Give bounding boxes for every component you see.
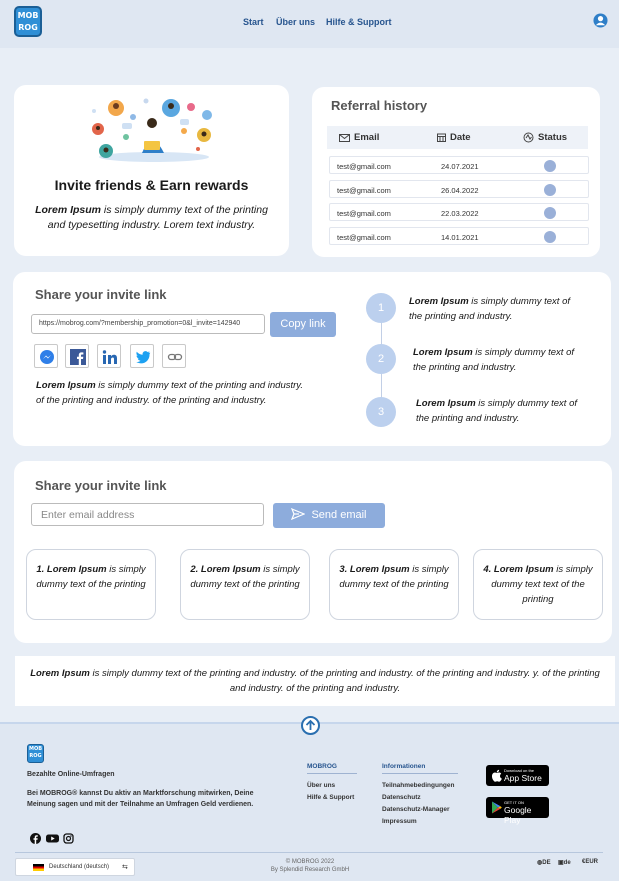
- referral-history-card: Referral history Email Date Status test@…: [312, 87, 600, 257]
- footer-logo[interactable]: MOB ROG: [27, 744, 44, 763]
- footer-link-imprint[interactable]: Impressum: [382, 818, 417, 825]
- link-icon: [167, 353, 183, 361]
- status-dot: [544, 160, 556, 172]
- footer-description: Bei MOBROG® kannst Du aktiv an Marktfors…: [27, 790, 254, 808]
- invite-description: Lorem Ipsum is simply dummy text of the …: [35, 204, 268, 231]
- share-title: Share your invite link: [35, 287, 167, 302]
- info-box-3: 3. Lorem Ipsum is simply dummy text of t…: [329, 549, 459, 620]
- status-icon: [523, 132, 534, 143]
- step-text: Lorem Ipsum is simply dummy text of the …: [413, 347, 575, 373]
- messenger-icon: [40, 350, 54, 364]
- invite-title: Invite friends & Earn rewards: [54, 177, 249, 193]
- column-status: Status: [523, 132, 567, 143]
- calendar-icon: [437, 133, 446, 142]
- youtube-icon[interactable]: [46, 833, 59, 844]
- send-email-button[interactable]: Send email: [273, 503, 385, 528]
- info-box-4: 4. Lorem Ipsum is simply dummy text text…: [473, 549, 603, 620]
- footer-link-privacy[interactable]: Datenschutz: [382, 794, 421, 801]
- email-invite-card: Share your invite link Enter email addre…: [14, 461, 612, 643]
- people-network-illustration: [92, 98, 212, 162]
- step-number: 2: [366, 344, 396, 374]
- referral-title: Referral history: [331, 98, 428, 113]
- user-circle-icon[interactable]: [593, 13, 608, 28]
- scroll-to-top-button[interactable]: [301, 716, 320, 735]
- copyright: © MOBROG 2022 By Splendid Research GmbH: [270, 859, 350, 873]
- footer-link-help[interactable]: Hilfe & Support: [307, 794, 354, 801]
- send-icon: [291, 507, 307, 521]
- nav-start[interactable]: Start: [243, 17, 264, 27]
- linkedin-icon: [102, 350, 117, 364]
- mail-icon: [339, 133, 350, 142]
- share-description: Lorem Ipsum is simply dummy text of the …: [36, 380, 303, 406]
- german-flag-icon: [33, 864, 44, 871]
- google-play-icon: [492, 801, 502, 814]
- arrow-up-icon: [305, 719, 316, 730]
- facebook-icon: [70, 349, 86, 365]
- status-dot: [544, 207, 556, 219]
- email-field[interactable]: Enter email address: [31, 503, 264, 526]
- invite-link-field[interactable]: https://mobrog.com/?membership_promotion…: [31, 314, 265, 334]
- copy-link-button[interactable]: Copy link: [270, 312, 336, 337]
- footer-link-privacy-manager[interactable]: Datenschutz-Manager: [382, 806, 450, 813]
- footer-col-mobrog-title: MOBROG: [307, 763, 357, 774]
- step-text: Lorem Ipsum is simply dummy text of the …: [416, 398, 578, 424]
- facebook-share-button[interactable]: [65, 344, 89, 368]
- copy-link-share-button[interactable]: [162, 344, 186, 368]
- language-indicator[interactable]: ▣de: [558, 859, 571, 866]
- step-text: Lorem Ipsum is simply dummy text of the …: [409, 296, 571, 322]
- instagram-icon[interactable]: [63, 833, 74, 844]
- twitter-share-button[interactable]: [130, 344, 154, 368]
- share-link-card: Share your invite link https://mobrog.co…: [13, 272, 611, 446]
- status-dot: [544, 231, 556, 243]
- footer-link-terms[interactable]: Teilnahmebedingungen: [382, 782, 454, 789]
- nav-help[interactable]: Hilfe & Support: [326, 17, 392, 27]
- language-selector[interactable]: Deutschland (deutsch) ⇆: [15, 858, 135, 876]
- referral-row: test@gmail.com 14.01.2021: [329, 227, 589, 245]
- email-section-title: Share your invite link: [35, 478, 167, 493]
- info-box-2: 2. Lorem Ipsum is simply dummy text of t…: [180, 549, 310, 620]
- footer: MOB ROG Bezahlte Online-Umfragen Bei MOBR…: [0, 724, 619, 881]
- footer-separator: [15, 852, 603, 853]
- footer-subtitle: Bezahlte Online-Umfragen: [27, 771, 115, 778]
- referral-row: test@gmail.com 22.03.2022: [329, 203, 589, 221]
- referral-row: test@gmail.com 24.07.2021: [329, 156, 589, 174]
- info-strip: Lorem Ipsum is simply dummy text of the …: [15, 656, 615, 706]
- google-play-badge[interactable]: GET IT ON Google Play: [486, 797, 549, 825]
- language-switch-icon: ⇆: [122, 864, 128, 871]
- app-store-badge[interactable]: Download on the App Store: [486, 765, 549, 786]
- referral-table-header: Email Date Status: [327, 126, 588, 149]
- referral-row: test@gmail.com 26.04.2022: [329, 180, 589, 198]
- invite-card: Invite friends & Earn rewards Lorem Ipsu…: [14, 85, 289, 256]
- header: MOB ROG Start Über uns Hilfe & Support: [0, 0, 619, 48]
- apple-icon: [491, 769, 502, 782]
- step-number: 1: [366, 293, 396, 323]
- currency-indicator[interactable]: €EUR: [582, 859, 598, 865]
- messenger-share-button[interactable]: [34, 344, 58, 368]
- footer-col-info-title: Informationen: [382, 763, 458, 774]
- nav-about[interactable]: Über uns: [276, 17, 315, 27]
- linkedin-share-button[interactable]: [97, 344, 121, 368]
- info-box-1: 1. Lorem Ipsum is simply dummy text of t…: [26, 549, 156, 620]
- step-number: 3: [366, 397, 396, 427]
- column-email: Email: [339, 132, 379, 143]
- facebook-icon[interactable]: [30, 833, 41, 844]
- twitter-icon: [136, 351, 151, 364]
- column-date: Date: [437, 132, 471, 143]
- footer-link-about[interactable]: Über uns: [307, 782, 335, 789]
- mobrog-logo[interactable]: MOB ROG: [14, 6, 42, 37]
- status-dot: [544, 184, 556, 196]
- country-indicator[interactable]: ◍DE: [537, 859, 551, 866]
